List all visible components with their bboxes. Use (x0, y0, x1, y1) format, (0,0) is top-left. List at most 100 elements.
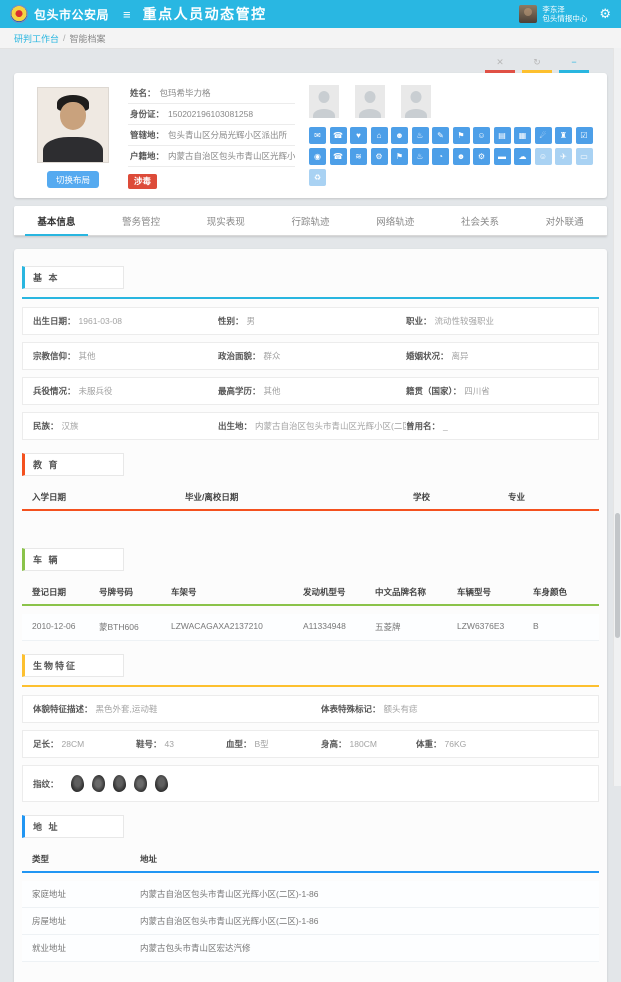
group-icon[interactable]: ☻ (391, 127, 408, 144)
user-menu[interactable]: 李东泽 包头情报中心 ⚙ (519, 5, 611, 24)
wifi-icon[interactable]: ☄ (535, 127, 552, 144)
field-cell: 出生地：内蒙古自治区包头市青山区光辉小区(二区)-1-86 (218, 420, 406, 432)
column-header: 地址 (140, 853, 589, 865)
table-cell: 内蒙古包头市青山区宏达汽修 (140, 942, 589, 954)
field-label: 户籍地： (130, 150, 164, 162)
field-label: 出生日期： (33, 316, 76, 326)
expand-icon[interactable]: ✕ (485, 57, 515, 73)
field-value: 流动性较强职业 (435, 316, 495, 326)
plane-icon[interactable]: ✈ (555, 148, 572, 165)
tab-reality[interactable]: 现实表现 (183, 206, 268, 235)
home-icon[interactable]: ⌂ (371, 127, 388, 144)
check-icon[interactable]: ☑ (576, 127, 593, 144)
column-header: 学校 (413, 491, 508, 503)
table-row: 2010-12-06蒙BTH606LZWACAGAXA2137210A11334… (22, 614, 599, 641)
document-icon[interactable]: ▤ (494, 127, 511, 144)
tag-icon[interactable]: ⚑ (391, 148, 408, 165)
switch-layout-button[interactable]: 切换布局 (47, 171, 99, 188)
section-label-address: 地 址 (22, 815, 124, 838)
breadcrumb-parent[interactable]: 研判工作台 (14, 32, 59, 45)
tab-basic-info[interactable]: 基本信息 (14, 206, 99, 235)
field-label: 姓名： (130, 87, 156, 99)
table-row: 房屋地址内蒙古自治区包头市青山区光辉小区(二区)-1-86 (22, 908, 599, 935)
scrollbar[interactable] (613, 48, 621, 786)
field-label: 婚姻状况： (406, 351, 449, 361)
rss-icon[interactable]: ≋ (350, 148, 367, 165)
profile-field-name: 姓名：包玛希毕力格 (128, 85, 295, 104)
table-cell: 家庭地址 (32, 888, 140, 900)
field-cell: 民族：汉族 (33, 420, 218, 432)
tab-police-control[interactable]: 警务管控 (99, 206, 184, 235)
field-cell: 血型：B型 (226, 738, 321, 750)
bus-icon[interactable]: ▭ (576, 148, 593, 165)
car-icon[interactable]: ⚑ (453, 127, 470, 144)
heart-icon[interactable]: ♥ (350, 127, 367, 144)
tab-external-contact[interactable]: 对外联通 (522, 206, 607, 235)
column-header: 类型 (32, 853, 140, 865)
image-icon[interactable]: ▦ (514, 127, 531, 144)
scrollbar-thumb[interactable] (615, 513, 620, 638)
bed-icon[interactable]: ♨ (412, 148, 429, 165)
user-icon[interactable]: ☻ (453, 148, 470, 165)
field-cell: 婚姻状况：离异 (406, 350, 588, 362)
photo-column: 切换布局 (24, 85, 122, 189)
subject-photo (37, 87, 109, 163)
comment-icon[interactable]: ✉ (309, 127, 326, 144)
column-header: 毕业/离校日期 (185, 491, 413, 503)
biometric-measures-row: 足长：28CM鞋号：43血型：B型身高：180CM体重：76KG (22, 730, 599, 758)
field-label: 兵役情况： (33, 386, 76, 396)
related-avatars (309, 85, 597, 118)
clock-icon[interactable]: ◔ (432, 148, 449, 165)
field-value: 76KG (445, 739, 467, 749)
column-header: 车架号 (171, 586, 303, 598)
cloud-icon[interactable]: ☁ (514, 148, 531, 165)
section-label-basic: 基 本 (22, 266, 124, 289)
phone-icon[interactable]: ☎ (330, 127, 347, 144)
user-name: 李东泽 (542, 5, 587, 14)
basic-info-row: 民族：汉族出生地：内蒙古自治区包头市青山区光辉小区(二区)-1-86曾用名：_ (22, 412, 599, 440)
field-value: 黑色外套,运动鞋 (96, 704, 158, 714)
fingerprint-image (92, 775, 105, 792)
column-header: 车身颜色 (533, 586, 589, 598)
bank-icon[interactable]: ♜ (555, 127, 572, 144)
section-label-biometric: 生物特征 (22, 654, 124, 677)
page-body: ✕↻− 切换布局 姓名：包玛希毕力格身份证：150202196103081258… (0, 49, 621, 982)
settings-gear-icon[interactable]: ⚙ (599, 6, 611, 22)
table-cell: 内蒙古自治区包头市青山区光辉小区(二区)-1-86 (140, 888, 589, 900)
police-car-icon[interactable]: ⚙ (371, 148, 388, 165)
field-label: 足长： (33, 739, 59, 749)
refresh-icon[interactable]: ↻ (522, 57, 552, 73)
taxi-icon[interactable]: ⚙ (473, 148, 490, 165)
field-value: _ (443, 421, 448, 431)
table-row: 就业地址内蒙古包头市青山区宏达汽修 (22, 935, 599, 962)
user-avatar[interactable] (519, 5, 537, 23)
field-cell: 兵役情况：未服兵役 (33, 385, 218, 397)
fingerprint-row: 指纹： (22, 765, 599, 802)
field-value: 1961-03-08 (79, 316, 122, 326)
telephone-icon[interactable]: ☎ (330, 148, 347, 165)
column-header: 车辆型号 (457, 586, 533, 598)
field-value: 150202196103081258 (168, 109, 253, 119)
trash-icon[interactable]: ♻ (309, 169, 326, 186)
field-value: 43 (165, 739, 174, 749)
field-cell: 宗教信仰：其他 (33, 350, 218, 362)
bank-card-icon[interactable]: ▬ (494, 148, 511, 165)
collapse-icon[interactable]: − (559, 57, 589, 73)
person-icon[interactable]: ☺ (473, 127, 490, 144)
tab-movement-track[interactable]: 行踪轨迹 (268, 206, 353, 235)
field-value: 四川省 (464, 386, 490, 396)
user-info[interactable]: 李东泽 包头情报中心 (542, 5, 587, 24)
person-2-icon[interactable]: ☺ (535, 148, 552, 165)
field-label: 管辖地： (130, 129, 164, 141)
avatar-placeholder (355, 85, 385, 118)
video-icon[interactable]: ◉ (309, 148, 326, 165)
field-label: 曾用名： (406, 421, 440, 431)
table-cell: 2010-12-06 (32, 621, 99, 633)
avatar-placeholder (401, 85, 431, 118)
hotel-icon[interactable]: ♨ (412, 127, 429, 144)
tab-network-track[interactable]: 网络轨迹 (353, 206, 438, 235)
tab-social-relations[interactable]: 社会关系 (438, 206, 523, 235)
profile-fields: 姓名：包玛希毕力格身份证：150202196103081258管辖地：包头青山区… (128, 85, 295, 189)
education-icon[interactable]: ✎ (432, 127, 449, 144)
menu-toggle-icon[interactable]: ≡ (123, 8, 131, 21)
